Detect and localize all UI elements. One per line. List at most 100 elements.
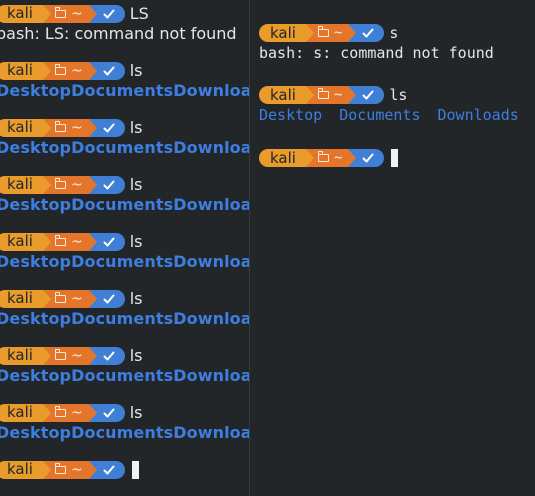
prompt-user: kali [7, 175, 33, 193]
prompt: kali ~ ls [0, 288, 249, 309]
prompt-user-segment: kali [0, 118, 51, 137]
segment-separator [88, 175, 97, 194]
prompt: kali ~ s [259, 22, 494, 43]
segment-separator [42, 403, 51, 422]
prompt: kali ~ ls [259, 84, 535, 105]
prompt-user: kali [7, 4, 33, 22]
prompt: kali ~ ls [0, 60, 249, 81]
ls-output: DesktopDocumentsDownloa [0, 252, 249, 271]
prompt-dir: ~ [70, 461, 83, 478]
prompt: kali ~ LS [0, 3, 249, 24]
prompt-dir: ~ [70, 233, 83, 250]
segment-separator [88, 289, 97, 308]
prompt-dir: ~ [70, 119, 83, 136]
command-text: ls [129, 61, 143, 80]
prompt-user: kali [270, 85, 296, 104]
command-block: kali ~ ls DesktopDocumentsDownloa [0, 117, 249, 157]
folder-icon [317, 87, 329, 99]
command-text: ls [129, 232, 143, 251]
segment-separator [42, 61, 51, 80]
command-text: ls [129, 289, 143, 308]
check-icon [362, 152, 374, 164]
command-output: bash: LS: command not found [0, 24, 237, 43]
segment-separator [88, 118, 97, 137]
folder-icon [54, 120, 66, 132]
command-block: kali ~ ls Desktop Documents Downloads [259, 84, 535, 125]
active-prompt-block[interactable]: kali ~ [259, 147, 399, 168]
ls-output: DesktopDocumentsDownloa [0, 81, 249, 100]
folder-icon [317, 150, 329, 162]
segment-separator [305, 85, 314, 104]
prompt-dir: ~ [70, 5, 83, 22]
check-icon [103, 179, 115, 191]
segment-separator [88, 403, 97, 422]
terminal-window: kali ~ LS bash: LS: command not found ka… [0, 0, 535, 496]
folder-icon [54, 291, 66, 303]
segment-separator [348, 85, 357, 104]
prompt-user-segment: kali [259, 148, 314, 167]
terminal-pane-right[interactable]: kali ~ s bash: s: command not found kali… [249, 0, 535, 496]
folder-icon [54, 63, 66, 75]
segment-separator [305, 148, 314, 167]
folder-icon [54, 6, 66, 18]
prompt-user: kali [7, 403, 33, 421]
check-icon [103, 293, 115, 305]
prompt-dir: ~ [333, 149, 343, 166]
folder-icon [54, 177, 66, 189]
ls-output: DesktopDocumentsDownloa [0, 195, 249, 214]
prompt: kali ~ ls [0, 402, 249, 423]
command-block: kali ~ ls DesktopDocumentsDownloa [0, 231, 249, 271]
dir-entry-desktop: Desktop [259, 106, 323, 124]
check-icon [103, 236, 115, 248]
prompt-dir: ~ [333, 24, 343, 41]
prompt-user-segment: kali [0, 61, 51, 80]
prompt-user: kali [270, 148, 296, 167]
segment-separator [42, 118, 51, 137]
command-block: kali ~ ls DesktopDocumentsDownloa [0, 288, 249, 328]
command-text: ls [129, 403, 143, 422]
prompt-user-segment: kali [259, 85, 314, 104]
prompt: kali ~ [259, 147, 399, 168]
segment-separator [305, 23, 314, 42]
active-prompt-block[interactable]: kali ~ [0, 459, 249, 480]
terminal-pane-left[interactable]: kali ~ LS bash: LS: command not found ka… [0, 0, 249, 496]
segment-separator [88, 346, 97, 365]
prompt-user: kali [7, 289, 33, 307]
prompt-dir: ~ [70, 62, 83, 79]
prompt-user-segment: kali [0, 4, 51, 23]
text-cursor[interactable] [391, 148, 399, 167]
prompt-user: kali [7, 118, 33, 136]
prompt-dir: ~ [70, 290, 83, 307]
segment-separator [42, 460, 51, 479]
command-text: s [389, 23, 399, 42]
ls-output: DesktopDocumentsDownloa [0, 366, 249, 385]
prompt-user-segment: kali [0, 232, 51, 251]
prompt-user: kali [7, 61, 33, 79]
ls-output: DesktopDocumentsDownloa [0, 138, 249, 157]
prompt-dir: ~ [333, 86, 343, 103]
prompt-dir: ~ [70, 404, 83, 421]
text-cursor[interactable] [131, 460, 139, 479]
ls-output: DesktopDocumentsDownloa [0, 423, 249, 442]
segment-separator [42, 175, 51, 194]
prompt-user: kali [7, 346, 33, 364]
command-output: bash: s: command not found [259, 44, 494, 62]
folder-icon [54, 462, 66, 474]
check-icon [103, 407, 115, 419]
segment-separator [42, 346, 51, 365]
folder-icon [54, 405, 66, 417]
check-icon [362, 27, 374, 39]
prompt-user-segment: kali [259, 23, 314, 42]
check-icon [362, 89, 374, 101]
prompt-user: kali [7, 460, 33, 478]
ls-output: Desktop Documents Downloads [259, 105, 535, 125]
check-icon [103, 464, 115, 476]
segment-separator [42, 232, 51, 251]
prompt: kali ~ ls [0, 231, 249, 252]
prompt-user-segment: kali [0, 175, 51, 194]
folder-icon [54, 234, 66, 246]
segment-separator [348, 23, 357, 42]
command-block: kali ~ LS bash: LS: command not found [0, 3, 249, 43]
dir-entry-documents: Documents [339, 106, 421, 124]
prompt-dir: ~ [70, 176, 83, 193]
